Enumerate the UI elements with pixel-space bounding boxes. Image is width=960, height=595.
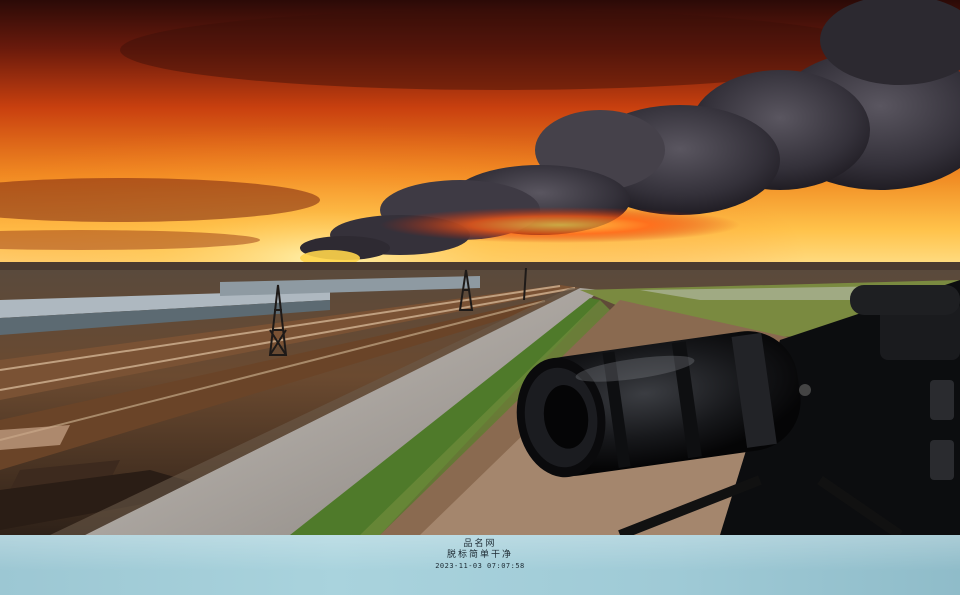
site-name: 品名网 (463, 539, 497, 549)
timestamp: 2023-11-03 07:07:58 (435, 562, 525, 570)
caption-bar: 品名网 脱标简单干净 2023-11-03 07:07:58 (0, 535, 960, 595)
caption-subtitle: 脱标简单干净 (446, 550, 513, 560)
photo-scene (0, 0, 960, 535)
caption-text: 品名网 脱标简单干净 2023-11-03 07:07:58 (380, 539, 580, 572)
